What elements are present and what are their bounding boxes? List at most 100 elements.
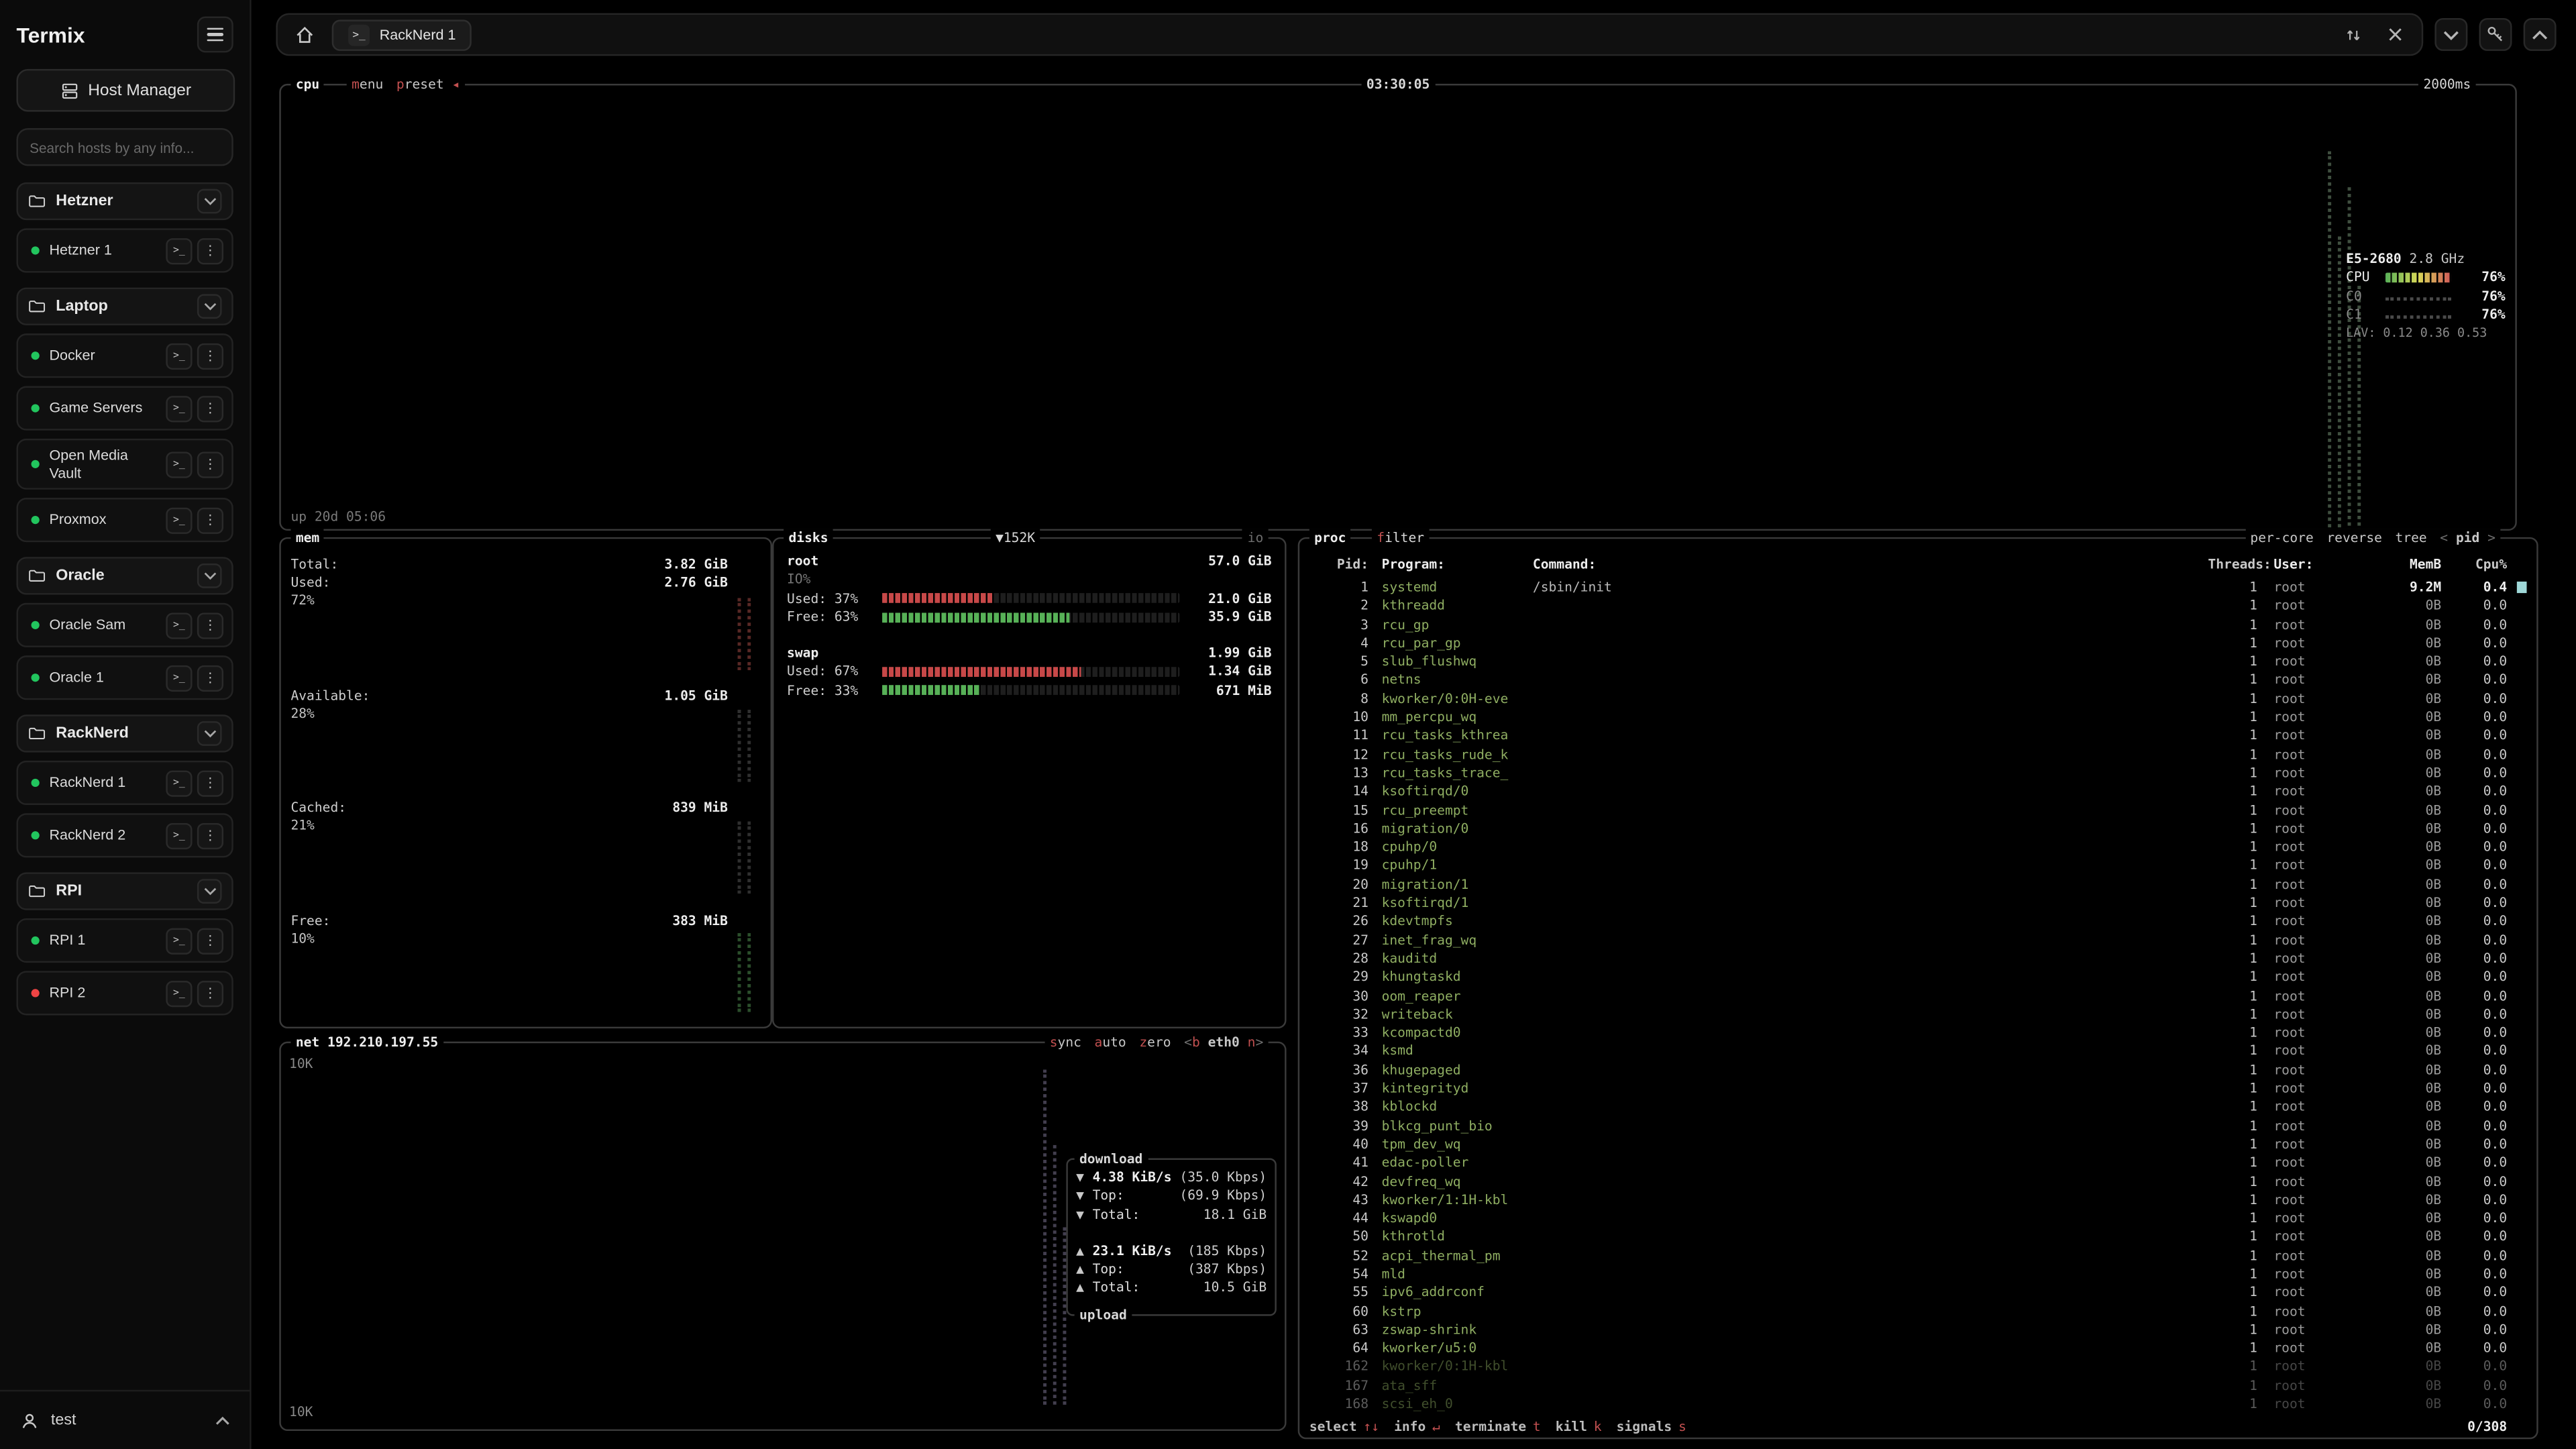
net-interface-switcher[interactable]: <b eth0 n> [1184,1033,1263,1051]
search-input[interactable] [16,128,233,166]
host-menu-button[interactable]: ⋮ [197,980,223,1006]
process-row[interactable]: 33kcompactd01root0B0.0 [1299,1024,2536,1042]
process-row[interactable]: 6netns1root0B0.0 [1299,671,2536,690]
process-row[interactable]: 60kstrp1root0B0.0 [1299,1302,2536,1321]
process-row[interactable]: 162kworker/0:1H-kbl1root0B0.0 [1299,1358,2536,1377]
proc-filter-button[interactable]: filter [1372,529,1430,547]
process-row[interactable]: 14ksoftirqd/01root0B0.0 [1299,782,2536,801]
process-row[interactable]: 4rcu_par_gp1root0B0.0 [1299,634,2536,653]
host-item[interactable]: Oracle Sam>_⋮ [16,603,233,647]
preset-button[interactable]: preset ◂ [396,76,460,94]
host-connect-button[interactable]: >_ [166,980,192,1006]
net-auto-toggle[interactable]: auto [1095,1033,1126,1051]
process-row[interactable]: 50kthrotld1root0B0.0 [1299,1228,2536,1246]
host-menu-button[interactable]: ⋮ [197,343,223,369]
proc-sort-selector[interactable]: < pid > [2440,529,2496,547]
host-connect-button[interactable]: >_ [166,451,192,477]
process-row[interactable]: 18cpuhp/01root0B0.0 [1299,838,2536,857]
process-row[interactable]: 21ksoftirqd/11root0B0.0 [1299,894,2536,912]
process-row[interactable]: 34ksmd1root0B0.0 [1299,1042,2536,1061]
process-row[interactable]: 28kauditd1root0B0.0 [1299,949,2536,968]
group-collapse-button[interactable] [197,294,222,319]
host-item[interactable]: Open Media Vault>_⋮ [16,439,233,490]
home-button[interactable] [289,19,319,49]
proc-percore-toggle[interactable]: per-core [2250,529,2313,547]
host-menu-button[interactable]: ⋮ [197,612,223,638]
host-item[interactable]: Proxmox>_⋮ [16,498,233,542]
panel-up-button[interactable] [2524,18,2557,51]
process-row[interactable]: 27inet_frag_wq1root0B0.0 [1299,931,2536,950]
group-header[interactable]: RPI [16,873,233,910]
close-button[interactable] [2381,19,2410,49]
proc-hotkey[interactable]: terminatet [1455,1417,1541,1436]
panel-down-button[interactable] [2434,18,2467,51]
sidebar-footer[interactable]: test [0,1390,250,1449]
host-menu-button[interactable]: ⋮ [197,507,223,533]
host-menu-button[interactable]: ⋮ [197,770,223,796]
host-item[interactable]: RPI 2>_⋮ [16,971,233,1016]
host-menu-button[interactable]: ⋮ [197,665,223,691]
process-row[interactable]: 38kblockd1root0B0.0 [1299,1098,2536,1117]
process-row[interactable]: 168scsi_eh_01root0B0.0 [1299,1395,2536,1413]
process-row[interactable]: 5slub_flushwq1root0B0.0 [1299,653,2536,672]
tab-racknerd-1[interactable]: >_ RackNerd 1 [332,19,472,50]
sidebar-menu-button[interactable] [197,16,233,52]
group-collapse-button[interactable] [197,189,222,214]
io-mode-toggle[interactable]: io [1242,529,1268,547]
ssh-keys-button[interactable] [2479,18,2512,51]
host-connect-button[interactable]: >_ [166,665,192,691]
host-item[interactable]: Hetzner 1>_⋮ [16,228,233,272]
process-row[interactable]: 8kworker/0:0H-eve1root0B0.0 [1299,690,2536,708]
host-item[interactable]: Docker>_⋮ [16,333,233,378]
host-item[interactable]: RPI 1>_⋮ [16,918,233,963]
host-connect-button[interactable]: >_ [166,928,192,954]
host-menu-button[interactable]: ⋮ [197,237,223,264]
group-header[interactable]: Hetzner [16,182,233,220]
host-connect-button[interactable]: >_ [166,770,192,796]
process-row[interactable]: 41edac-poller1root0B0.0 [1299,1154,2536,1173]
proc-hotkey[interactable]: killk [1556,1417,1602,1436]
host-connect-button[interactable]: >_ [166,612,192,638]
host-menu-button[interactable]: ⋮ [197,928,223,954]
process-row[interactable]: 13rcu_tasks_trace_1root0B0.0 [1299,764,2536,783]
proc-reverse-toggle[interactable]: reverse [2326,529,2382,547]
process-row[interactable]: 43kworker/1:1H-kbl1root0B0.0 [1299,1191,2536,1210]
proc-hotkey[interactable]: signalss [1617,1417,1686,1436]
terminal[interactable]: cpu menu preset ◂ 03:30:05 2000ms E5-268… [276,62,2556,1449]
process-row[interactable]: 29khungtaskd1root0B0.0 [1299,968,2536,987]
process-row[interactable]: 36khugepaged1root0B0.0 [1299,1061,2536,1079]
process-row[interactable]: 15rcu_preempt1root0B0.0 [1299,801,2536,820]
process-row[interactable]: 10mm_percpu_wq1root0B0.0 [1299,708,2536,727]
swap-arrows-button[interactable] [2338,19,2367,49]
process-row[interactable]: 19cpuhp/11root0B0.0 [1299,857,2536,875]
host-connect-button[interactable]: >_ [166,237,192,264]
menu-button[interactable]: menu [352,76,383,94]
host-connect-button[interactable]: >_ [166,507,192,533]
process-row[interactable]: 63zswap-shrink1root0B0.0 [1299,1321,2536,1340]
process-row[interactable]: 3rcu_gp1root0B0.0 [1299,615,2536,634]
group-collapse-button[interactable] [197,879,222,904]
host-item[interactable]: Oracle 1>_⋮ [16,655,233,700]
process-row[interactable]: 52acpi_thermal_pm1root0B0.0 [1299,1246,2536,1265]
group-collapse-button[interactable] [197,721,222,746]
proc-hotkey[interactable]: select↑↓ [1309,1417,1379,1436]
host-item[interactable]: RackNerd 2>_⋮ [16,813,233,857]
process-row[interactable]: 55ipv6_addrconf1root0B0.0 [1299,1283,2536,1302]
host-manager-button[interactable]: Host Manager [16,69,235,112]
net-zero-toggle[interactable]: zero [1139,1033,1171,1051]
group-header[interactable]: Oracle [16,557,233,594]
group-header[interactable]: Laptop [16,288,233,325]
process-row[interactable]: 11rcu_tasks_kthrea1root0B0.0 [1299,727,2536,745]
host-menu-button[interactable]: ⋮ [197,822,223,849]
process-row[interactable]: 40tpm_dev_wq1root0B0.0 [1299,1135,2536,1154]
host-item[interactable]: Game Servers>_⋮ [16,386,233,431]
process-row[interactable]: 42devfreq_wq1root0B0.0 [1299,1172,2536,1191]
process-row[interactable]: 1systemd/sbin/init1root9.2M0.4 [1299,578,2536,597]
process-row[interactable]: 26kdevtmpfs1root0B0.0 [1299,912,2536,931]
group-header[interactable]: RackNerd [16,715,233,753]
proc-tree-toggle[interactable]: tree [2396,529,2427,547]
process-row[interactable]: 39blkcg_punt_bio1root0B0.0 [1299,1116,2536,1135]
host-connect-button[interactable]: >_ [166,822,192,849]
host-menu-button[interactable]: ⋮ [197,451,223,477]
process-row[interactable]: 16migration/01root0B0.0 [1299,820,2536,839]
